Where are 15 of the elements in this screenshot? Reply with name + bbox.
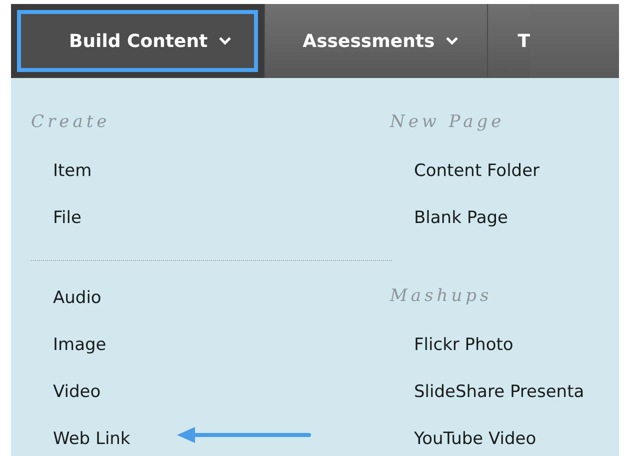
- menu-item[interactable]: Web Link: [53, 416, 130, 456]
- menu-tab[interactable]: Build Content: [11, 4, 265, 78]
- menu-item[interactable]: Video: [53, 369, 101, 416]
- menu-item[interactable]: YouTube Video: [414, 416, 536, 456]
- menu-item[interactable]: Image: [53, 322, 106, 369]
- section-heading: Mashups: [390, 285, 494, 308]
- menu-item[interactable]: Audio: [53, 275, 102, 322]
- menu-item[interactable]: Flickr Photo: [414, 322, 514, 369]
- menu-item[interactable]: File: [53, 195, 82, 242]
- menu-item[interactable]: Item: [53, 148, 92, 195]
- menu-item[interactable]: Blank Page: [414, 195, 508, 242]
- menu-item[interactable]: Content Folder: [414, 148, 540, 195]
- menu-item[interactable]: SlideShare Presenta: [414, 369, 584, 416]
- section-heading: New Page: [390, 111, 506, 134]
- section-heading: Create: [31, 111, 112, 134]
